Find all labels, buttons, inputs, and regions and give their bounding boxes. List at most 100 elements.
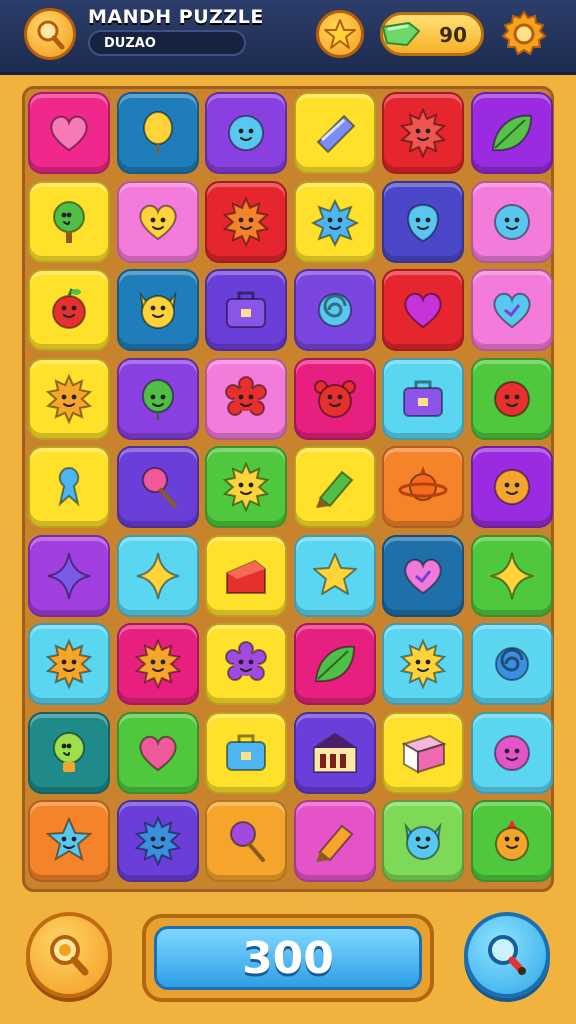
board-tile[interactable] (205, 446, 287, 528)
board-tile[interactable] (205, 357, 287, 440)
board-tile[interactable] (205, 534, 287, 617)
board-tile[interactable] (382, 800, 464, 882)
sun-face-icon (399, 107, 447, 159)
sun-face-icon (222, 461, 270, 513)
board-tile[interactable] (382, 92, 464, 174)
planet-icon (398, 466, 448, 501)
coin-counter[interactable]: 90 (380, 12, 484, 56)
board-tile[interactable] (470, 711, 553, 794)
sun-face-icon (222, 196, 270, 247)
board-tile[interactable] (28, 623, 110, 705)
board-tile[interactable] (293, 623, 376, 705)
board-tile[interactable] (28, 534, 110, 617)
settings-button[interactable] (498, 8, 550, 60)
tool-button[interactable] (464, 912, 550, 998)
crayon-icon (315, 824, 353, 862)
diamond-star-icon (136, 552, 179, 599)
star-button[interactable] (316, 10, 364, 58)
board-tile[interactable] (116, 534, 199, 617)
board-tile[interactable] (382, 269, 464, 351)
board-tile[interactable] (470, 269, 553, 351)
swirl-icon (494, 647, 529, 681)
leaf-icon (491, 114, 532, 152)
board-tile[interactable] (116, 446, 199, 528)
board-tile[interactable] (382, 623, 464, 705)
score-panel: 300 (142, 914, 434, 1002)
board-tile[interactable] (205, 800, 287, 882)
star-icon (312, 552, 357, 595)
board-tile[interactable] (116, 800, 199, 882)
board-tile[interactable] (293, 800, 376, 882)
board-tile[interactable] (28, 92, 110, 174)
lollipop-icon (141, 467, 177, 508)
board-tile[interactable] (470, 180, 553, 263)
diamond-star-icon (490, 552, 533, 599)
board-tile[interactable] (470, 534, 553, 617)
game-title: MANDH PUZZLE (88, 6, 264, 28)
board-tile[interactable] (116, 357, 199, 440)
board-tile[interactable] (205, 711, 287, 794)
magnifier-logo-button[interactable] (24, 8, 76, 60)
board-tile[interactable] (205, 92, 287, 174)
board-tile[interactable] (205, 623, 287, 705)
heart-icon (404, 292, 442, 329)
board-tile[interactable] (28, 711, 110, 794)
star-icon (324, 19, 356, 49)
heart-icon (138, 735, 177, 771)
board-tile[interactable] (28, 180, 110, 263)
bear-face-icon (313, 379, 356, 418)
board-tile[interactable] (293, 357, 376, 440)
board-tile[interactable] (116, 623, 199, 705)
board-tile[interactable] (205, 180, 287, 263)
board-tile[interactable] (116, 269, 199, 351)
board-tile[interactable] (293, 180, 376, 263)
board-tile[interactable] (28, 357, 110, 440)
top-bar: MANDH PUZZLE DUZAO 90 (0, 0, 576, 75)
bulb-face-icon (53, 731, 85, 772)
board-tile[interactable] (116, 92, 199, 174)
lollipop-icon (230, 821, 265, 862)
diamond-star-icon (47, 552, 91, 599)
board-tile[interactable] (28, 446, 110, 528)
board-tile[interactable] (205, 269, 287, 351)
board-tile[interactable] (382, 446, 464, 528)
search-tool-icon (488, 935, 526, 975)
board-tile[interactable] (382, 357, 464, 440)
drop-face-icon (407, 203, 439, 242)
board-tile[interactable] (293, 269, 376, 351)
apple-face-icon (52, 288, 86, 329)
board-tile[interactable] (293, 92, 376, 174)
board-tile[interactable] (28, 269, 110, 351)
board-tile[interactable] (470, 623, 553, 705)
leaf-icon (314, 645, 355, 683)
board-tile[interactable] (293, 534, 376, 617)
briefcase-icon (226, 291, 266, 328)
board-tile[interactable] (382, 534, 464, 617)
briefcase-icon (226, 734, 266, 771)
board-tile[interactable] (470, 92, 553, 174)
star-face-icon (45, 816, 93, 862)
board-tile[interactable] (116, 180, 199, 263)
board-tile[interactable] (293, 711, 376, 794)
board-tile[interactable] (470, 446, 553, 528)
heart-check-icon (404, 558, 442, 594)
board-tile[interactable] (28, 800, 110, 882)
gear-icon (501, 10, 547, 56)
balloon-icon (142, 111, 173, 154)
board-tile[interactable] (293, 446, 376, 528)
sun-face-icon (134, 638, 181, 690)
board-tile[interactable] (382, 180, 464, 263)
swirl-icon (317, 293, 352, 327)
board-tile[interactable] (470, 800, 553, 882)
board-tile[interactable] (382, 711, 464, 794)
score-value: 300 (242, 932, 334, 984)
hint-button[interactable] (26, 912, 112, 998)
house-icon (312, 732, 357, 773)
flower-face-icon (225, 375, 267, 416)
cat-face-icon (138, 291, 177, 329)
board-tile[interactable] (116, 711, 199, 794)
puzzle-board (22, 86, 554, 892)
coin-count: 90 (439, 23, 467, 47)
score-bar: 300 (154, 926, 422, 990)
board-tile[interactable] (470, 357, 553, 440)
